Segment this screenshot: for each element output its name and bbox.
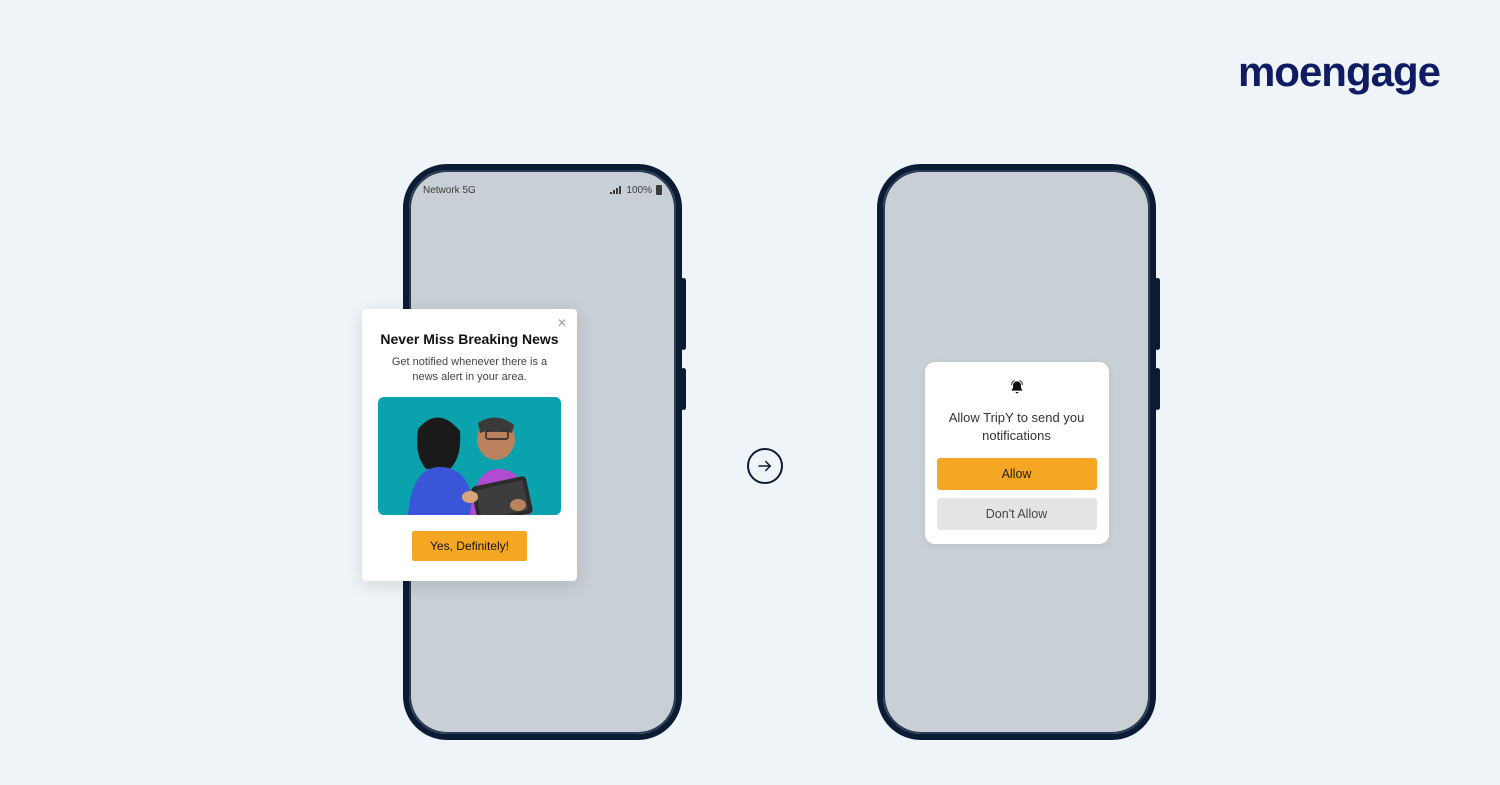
card-subtitle: Get notified whenever there is a news al… — [378, 355, 561, 385]
card-illustration — [378, 397, 561, 515]
yes-definitely-button[interactable]: Yes, Definitely! — [412, 531, 527, 561]
status-bar: Network 5G 100% — [423, 180, 662, 200]
phone-mock-right: Allow TripY to send you notifications Al… — [877, 164, 1156, 740]
status-network: Network 5G — [423, 185, 476, 196]
card-title: Never Miss Breaking News — [378, 331, 561, 347]
permission-message: Allow TripY to send you notifications — [937, 409, 1097, 444]
bell-icon — [937, 380, 1097, 401]
phone-side-button — [681, 368, 686, 410]
signal-icon — [610, 186, 622, 194]
pre-permission-card: ✕ Never Miss Breaking News Get notified … — [362, 309, 577, 581]
allow-button[interactable]: Allow — [937, 458, 1097, 490]
phone-side-button — [1155, 278, 1160, 350]
system-permission-dialog: Allow TripY to send you notifications Al… — [925, 362, 1109, 544]
close-icon[interactable]: ✕ — [557, 317, 567, 329]
phone-side-button — [1155, 368, 1160, 410]
status-battery-text: 100% — [626, 185, 652, 196]
battery-icon — [656, 185, 662, 195]
phone-side-button — [681, 278, 686, 350]
dont-allow-button[interactable]: Don't Allow — [937, 498, 1097, 530]
brand-logo: moengage — [1238, 48, 1440, 96]
arrow-right-circle-icon — [747, 448, 783, 484]
